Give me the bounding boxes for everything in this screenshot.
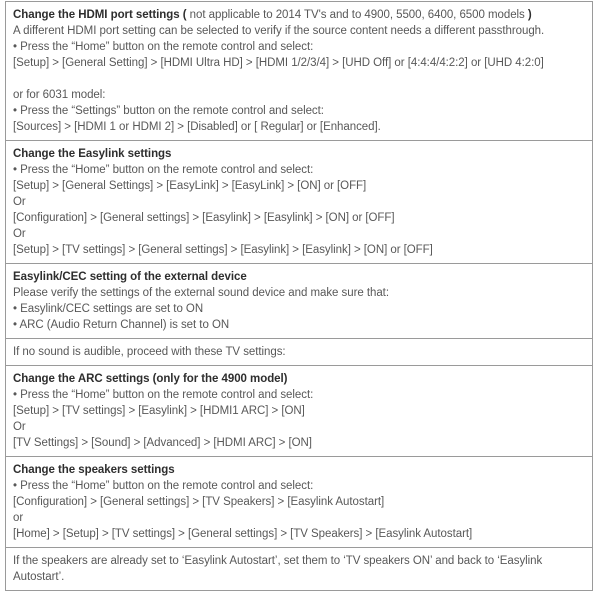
section-heading-speakers-settings: Change the speakers settings: [13, 462, 586, 478]
section-easylink-settings: Change the Easylink settings • Press the …: [6, 141, 592, 264]
heading-bold-text: Change the speakers settings: [13, 464, 175, 476]
section-heading-easylink-settings: Change the Easylink settings: [13, 146, 586, 162]
section-speakers-note: If the speakers are already set to ‘Easy…: [6, 548, 592, 590]
text-line: [Setup] > [TV settings] > [Easylink] > […: [13, 405, 305, 417]
text-line: [Setup] > [General Settings] > [EasyLink…: [13, 180, 367, 192]
section-heading-hdmi-port-settings: Change the HDMI port settings ( not appl…: [13, 7, 586, 23]
instructions-table: Change the HDMI port settings ( not appl…: [5, 1, 593, 591]
section-hdmi-port-settings: Change the HDMI port settings ( not appl…: [6, 2, 592, 141]
bullet-line: • Press the “Settings” button on the rem…: [13, 105, 324, 117]
text-line: Or: [13, 421, 26, 433]
section-arc-settings: Change the ARC settings (only for the 49…: [6, 366, 592, 457]
section-no-sound-note: If no sound is audible, proceed with the…: [6, 339, 592, 366]
bullet-line: • Press the “Home” button on the remote …: [13, 41, 314, 53]
text-line: Or: [13, 196, 26, 208]
bullet-line: • Easylink/CEC settings are set to ON: [13, 303, 204, 315]
bullet-line: • Press the “Home” button on the remote …: [13, 389, 314, 401]
text-line: A different HDMI port setting can be sel…: [13, 25, 545, 37]
bullet-line: • ARC (Audio Return Channel) is set to O…: [13, 319, 230, 331]
section-speakers-settings: Change the speakers settings • Press the …: [6, 457, 592, 548]
section-easylink-cec-external-device: Easylink/CEC setting of the external dev…: [6, 264, 592, 339]
text-line: If no sound is audible, proceed with the…: [13, 346, 286, 358]
text-line: If the speakers are already set to ‘Easy…: [13, 555, 545, 583]
heading-bold-text: Change the HDMI port settings (: [13, 9, 187, 21]
text-line: [TV Settings] > [Sound] > [Advanced] > […: [13, 437, 312, 449]
bullet-line: • Press the “Home” button on the remote …: [13, 480, 314, 492]
text-line: or: [13, 512, 24, 524]
section-heading-easylink-cec-external-device: Easylink/CEC setting of the external dev…: [13, 269, 586, 285]
heading-regular-text: not applicable to 2014 TV's and to 4900,…: [186, 9, 528, 21]
text-line: [Configuration] > [General settings] > […: [13, 212, 395, 224]
document-page: Change the HDMI port settings ( not appl…: [0, 0, 600, 591]
text-line: Or: [13, 228, 26, 240]
heading-bold-close: ): [527, 9, 532, 21]
text-line: [Configuration] > [General settings] > […: [13, 496, 385, 508]
text-line: Please verify the settings of the extern…: [13, 287, 389, 299]
text-line: [Sources] > [HDMI 1 or HDMI 2] > [Disabl…: [13, 121, 381, 133]
heading-bold-text: Change the Easylink settings: [13, 148, 172, 160]
heading-bold-text: Easylink/CEC setting of the external dev…: [13, 271, 247, 283]
bullet-line: • Press the “Home” button on the remote …: [13, 164, 314, 176]
text-line: [Home] > [Setup] > [TV settings] > [Gene…: [13, 528, 473, 540]
text-line: or for 6031 model:: [13, 89, 106, 101]
text-line: [Setup] > [TV settings] > [General setti…: [13, 244, 433, 256]
text-line: [Setup] > [General Setting] > [HDMI Ultr…: [13, 57, 544, 69]
section-heading-arc-settings: Change the ARC settings (only for the 49…: [13, 371, 586, 387]
heading-bold-text: Change the ARC settings (only for the 49…: [13, 373, 288, 385]
